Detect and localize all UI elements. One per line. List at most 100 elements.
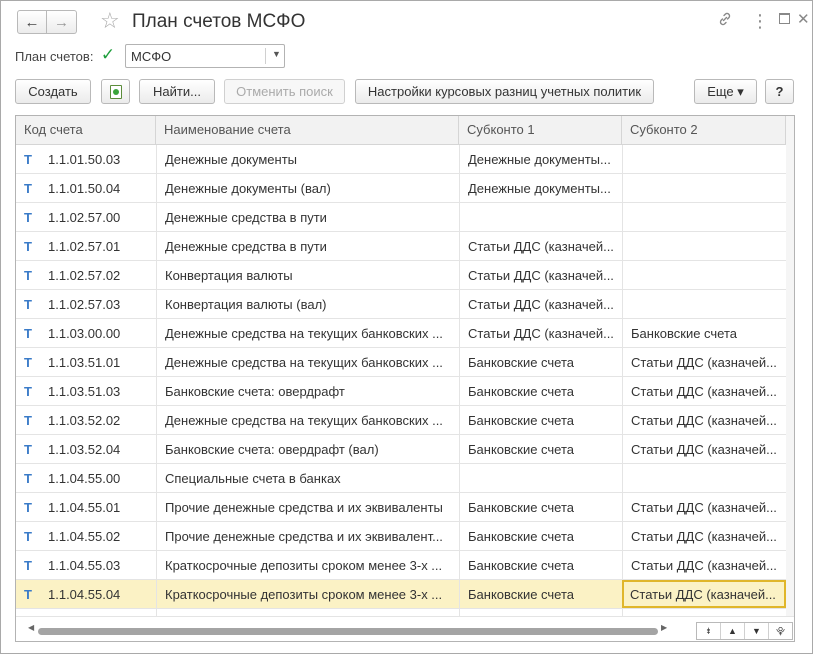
account-name: Денежные средства в пути <box>156 203 459 231</box>
accounts-table[interactable]: Код счета Наименование счета Субконто 1 … <box>15 115 795 642</box>
maximize-icon[interactable] <box>779 13 790 24</box>
table-header: Код счета Наименование счета Субконто 1 … <box>16 116 794 145</box>
account-type-icon: Т <box>24 326 32 341</box>
account-name: Денежные документы <box>156 145 459 173</box>
account-name: Денежные средства на текущих банковских … <box>156 319 459 347</box>
column-header-name[interactable]: Наименование счета <box>156 116 459 145</box>
account-code: 1.1.03.51.01 <box>48 355 121 370</box>
scroll-left-icon[interactable]: ◀ <box>28 623 34 632</box>
table-row[interactable]: Т 1.1.03.51.01 Денежные средства на текущи… <box>16 348 786 377</box>
subconto1-cell <box>459 203 622 231</box>
cancel-search-button[interactable]: Отменить поиск <box>224 79 345 104</box>
more-vertical-icon[interactable]: ⋮ <box>751 11 769 31</box>
subconto2-cell <box>622 232 786 260</box>
account-name: Краткосрочные депозиты сроком менее 3-х … <box>156 551 459 579</box>
account-code: 1.1.04.55.03 <box>48 558 121 573</box>
subconto1-cell: Статьи ДДС (казначей... <box>459 261 622 289</box>
table-body: Т 1.1.01.50.03 Денежные документы Денежные … <box>16 145 786 638</box>
account-code: 1.1.04.55.00 <box>48 471 121 486</box>
account-name: Денежные документы (вал) <box>156 174 459 202</box>
subconto2-cell[interactable]: Статьи ДДС (казначей... <box>622 580 786 608</box>
account-code-cell: Т 1.1.01.50.04 <box>16 174 156 202</box>
subconto2-cell: Статьи ДДС (казначей... <box>622 522 786 550</box>
subconto2-cell: Статьи ДДС (казначей... <box>622 551 786 579</box>
subconto1-cell: Денежные документы... <box>459 145 622 173</box>
star-icon[interactable]: ☆ <box>100 8 120 34</box>
exchange-settings-button[interactable]: Настройки курсовых разниц учетных полити… <box>355 79 654 104</box>
table-row[interactable]: Т 1.1.04.55.03 Краткосрочные депозиты срок… <box>16 551 786 580</box>
account-type-icon: Т <box>24 471 32 486</box>
account-name: Конвертация валюты <box>156 261 459 289</box>
table-row[interactable]: Т 1.1.04.55.00 Специальные счета в банках <box>16 464 786 493</box>
chart-of-accounts-window: ← → ☆ План счетов МСФО ⋮ ✕ План счетов: … <box>0 0 813 654</box>
column-header-code[interactable]: Код счета <box>16 116 156 145</box>
account-type-icon: Т <box>24 529 32 544</box>
account-code-cell: Т 1.1.04.55.04 <box>16 580 156 608</box>
account-name: Денежные средства в пути <box>156 232 459 260</box>
account-type-icon: Т <box>24 384 32 399</box>
account-code: 1.1.01.50.04 <box>48 181 121 196</box>
table-row[interactable]: Т 1.1.01.50.03 Денежные документы Денежные … <box>16 145 786 174</box>
table-row[interactable]: Т 1.1.04.55.02 Прочие денежные средства и … <box>16 522 786 551</box>
account-type-icon: Т <box>24 152 32 167</box>
table-row[interactable]: Т 1.1.03.00.00 Денежные средства на текущи… <box>16 319 786 348</box>
back-button[interactable]: ← <box>17 10 47 34</box>
create-button[interactable]: Создать <box>15 79 91 104</box>
table-row[interactable]: Т 1.1.02.57.01 Денежные средства в пути Ста… <box>16 232 786 261</box>
subconto1-cell: Банковские счета <box>459 406 622 434</box>
table-row[interactable]: Т 1.1.04.55.04 Краткосрочные депозиты срок… <box>16 580 786 609</box>
account-code-cell: Т 1.1.02.57.03 <box>16 290 156 318</box>
table-row[interactable]: Т 1.1.02.57.02 Конвертация валюты Статьи ДД… <box>16 261 786 290</box>
subconto1-cell: Банковские счета <box>459 435 622 463</box>
table-row[interactable]: Т 1.1.03.52.02 Денежные средства на текущи… <box>16 406 786 435</box>
account-type-icon: Т <box>24 587 32 602</box>
subconto2-cell: Статьи ДДС (казначей... <box>622 493 786 521</box>
document-add-icon <box>110 85 122 99</box>
help-button[interactable]: ? <box>765 79 794 104</box>
subconto1-cell: Статьи ДДС (казначей... <box>459 319 622 347</box>
last-row-icon[interactable]: ⯓ <box>768 623 792 639</box>
subconto1-cell: Банковские счета <box>459 580 622 608</box>
more-button[interactable]: Еще ▾ <box>694 79 757 104</box>
chevron-down-icon[interactable]: ▼ <box>272 49 281 59</box>
forward-button[interactable]: → <box>47 10 77 34</box>
close-icon[interactable]: ✕ <box>797 10 810 30</box>
subconto2-cell <box>622 203 786 231</box>
account-code: 1.1.04.55.01 <box>48 500 121 515</box>
plan-select[interactable]: МСФО ▼ <box>125 44 285 68</box>
table-row[interactable]: Т 1.1.03.51.03 Банковские счета: овердрафт… <box>16 377 786 406</box>
horizontal-scrollbar-thumb[interactable] <box>38 628 658 635</box>
account-name: Прочие денежные средства и их эквивалент… <box>156 522 459 550</box>
plan-select-value: МСФО <box>131 49 172 64</box>
previous-row-icon[interactable]: ▲ <box>720 623 744 639</box>
account-code-cell: Т 1.1.04.55.01 <box>16 493 156 521</box>
next-row-icon[interactable]: ▼ <box>744 623 768 639</box>
subconto1-cell <box>459 464 622 492</box>
account-code-cell: Т 1.1.04.55.02 <box>16 522 156 550</box>
column-header-subconto2[interactable]: Субконто 2 <box>622 116 786 145</box>
subconto2-cell: Статьи ДДС (казначей... <box>622 377 786 405</box>
account-code: 1.1.01.50.03 <box>48 152 121 167</box>
add-from-copy-button[interactable] <box>101 79 130 104</box>
first-row-icon[interactable]: ⯒ <box>697 623 720 639</box>
title-bar: ← → ☆ План счетов МСФО ⋮ ✕ <box>1 1 812 41</box>
account-name: Конвертация валюты (вал) <box>156 290 459 318</box>
find-button[interactable]: Найти... <box>139 79 215 104</box>
account-code: 1.1.02.57.03 <box>48 297 121 312</box>
vertical-scrollbar[interactable] <box>786 116 794 616</box>
account-code: 1.1.03.52.02 <box>48 413 121 428</box>
link-icon[interactable] <box>717 11 733 33</box>
table-row[interactable]: Т 1.1.02.57.00 Денежные средства в пути <box>16 203 786 232</box>
account-name: Банковские счета: овердрафт (вал) <box>156 435 459 463</box>
table-row[interactable]: Т 1.1.02.57.03 Конвертация валюты (вал) Ста… <box>16 290 786 319</box>
account-type-icon: Т <box>24 355 32 370</box>
table-row[interactable]: Т 1.1.04.55.01 Прочие денежные средства и … <box>16 493 786 522</box>
table-row[interactable]: Т 1.1.01.50.04 Денежные документы (вал) Ден… <box>16 174 786 203</box>
subconto2-cell: Статьи ДДС (казначей... <box>622 435 786 463</box>
subconto1-cell: Банковские счета <box>459 522 622 550</box>
account-type-icon: Т <box>24 268 32 283</box>
plan-checkbox[interactable]: ✓ <box>99 46 117 64</box>
table-row[interactable]: Т 1.1.03.52.04 Банковские счета: овердрафт… <box>16 435 786 464</box>
column-header-subconto1[interactable]: Субконто 1 <box>459 116 622 145</box>
scroll-right-icon[interactable]: ▶ <box>661 623 667 632</box>
